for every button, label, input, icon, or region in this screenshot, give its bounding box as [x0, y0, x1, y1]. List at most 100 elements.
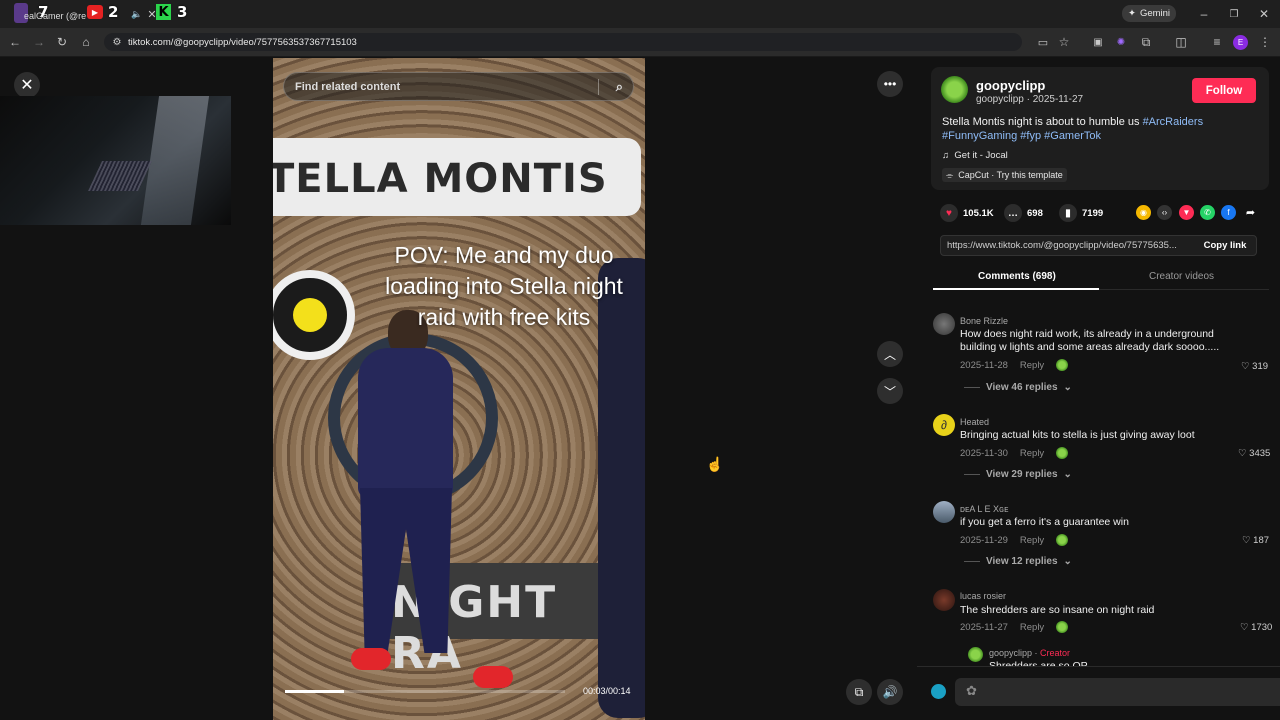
heart-icon: ♥ — [940, 204, 958, 222]
url-field[interactable]: tiktok.com/@goopyclipp/video/75775635373… — [104, 33, 1022, 51]
hashtag-link[interactable]: #ArcRaiders — [1143, 116, 1204, 128]
reply-button[interactable]: Reply — [1020, 622, 1044, 633]
home-icon[interactable]: ⌂ — [77, 33, 95, 51]
comment-date: 2025-11-28 — [960, 359, 1008, 371]
profile-avatar[interactable]: E — [1233, 35, 1248, 50]
comment-stat[interactable]: … 698 — [1004, 204, 1043, 222]
follow-button[interactable]: Follow — [1192, 78, 1256, 103]
hashtag-link[interactable]: #GamerTok — [1044, 130, 1101, 142]
floating-player-button[interactable]: ⧉ — [846, 679, 872, 705]
minimize-icon[interactable]: – — [1195, 5, 1213, 23]
comment-like[interactable]: ♡ 3435 — [1238, 448, 1270, 459]
maximize-icon[interactable]: ❐ — [1225, 5, 1243, 23]
facebook-icon[interactable]: f — [1221, 205, 1236, 220]
music-link[interactable]: ♫ Get it - Jocal — [942, 150, 1008, 161]
comment-avatar[interactable]: ∂ — [933, 414, 955, 436]
next-video-button[interactable]: ﹀ — [877, 378, 903, 404]
overlay-count-3: 3 — [177, 3, 188, 21]
related-search-input[interactable]: Find related content ⌕ — [283, 72, 634, 101]
whatsapp-icon[interactable]: ✆ — [1200, 205, 1215, 220]
comment-input[interactable] — [955, 678, 1280, 706]
reply-button[interactable]: Reply — [1020, 535, 1044, 546]
url-text: tiktok.com/@goopyclipp/video/75775635373… — [128, 36, 357, 48]
comment-avatar[interactable] — [933, 501, 955, 523]
reload-icon[interactable]: ↻ — [53, 33, 71, 51]
sidepanel-icon[interactable]: ◫ — [1172, 33, 1190, 51]
search-icon[interactable]: ⌕ — [616, 79, 623, 95]
tab-comments[interactable]: Comments (698) — [978, 271, 1056, 282]
map-marker — [273, 270, 355, 360]
hashtag-link[interactable]: #FunnyGaming — [942, 130, 1017, 142]
video-progress-fill — [285, 690, 344, 693]
comment-avatar[interactable] — [933, 589, 955, 611]
view-replies-button[interactable]: View 12 replies ⌄ — [964, 556, 1072, 567]
comment-like-count: 187 — [1253, 535, 1270, 546]
share-arrow-icon[interactable]: ➦ — [1243, 205, 1258, 220]
chevron-down-icon: ⌄ — [1063, 556, 1072, 567]
gemini-button[interactable]: ✦ Gemini — [1122, 5, 1176, 22]
comment-author[interactable]: Heated — [960, 417, 989, 427]
reply-button[interactable]: Reply — [1020, 360, 1044, 371]
view-replies-button[interactable]: View 46 replies ⌄ — [964, 382, 1072, 393]
extension-icon[interactable]: ▣ — [1089, 33, 1107, 51]
like-stat[interactable]: ♥ 105.1K — [940, 204, 994, 222]
tab-creator-videos[interactable]: Creator videos — [1149, 271, 1214, 282]
cast-icon[interactable]: ▭ — [1034, 33, 1052, 51]
sticker-icon[interactable]: ✿ — [966, 683, 977, 699]
forward-icon[interactable]: → — [30, 33, 48, 51]
view-replies-button[interactable]: View 29 replies ⌄ — [964, 469, 1072, 480]
comment-avatar[interactable] — [933, 313, 955, 335]
comment-like[interactable]: ♡ 319 — [1241, 361, 1268, 372]
author-username[interactable]: goopyclipp — [976, 78, 1045, 93]
comment-date: 2025-11-27 — [960, 621, 1008, 633]
send-icon[interactable]: ▼ — [1179, 205, 1194, 220]
reply-button[interactable]: Reply — [1020, 448, 1044, 459]
copy-link-button[interactable]: Copy link — [1193, 236, 1257, 255]
puzzle-icon[interactable]: ⧉ — [1137, 33, 1155, 51]
creator-reply-author[interactable]: goopyclipp · Creator — [989, 648, 1070, 658]
view-replies-label: View 12 replies — [986, 556, 1058, 567]
video-progress-bar[interactable] — [285, 690, 565, 693]
comment-meta: 2025-11-27 Reply — [960, 621, 1069, 633]
comment-author[interactable]: lucas rosier — [960, 591, 1006, 601]
dancer — [338, 310, 473, 668]
volume-icon: 🔊 — [882, 685, 898, 699]
volume-button[interactable]: 🔊 — [877, 679, 903, 705]
site-info-icon[interactable]: ⚙ — [108, 33, 126, 51]
embed-icon[interactable]: ‹› — [1157, 205, 1172, 220]
more-options-button[interactable]: ••• — [877, 71, 903, 97]
view-replies-label: View 46 replies — [986, 382, 1058, 393]
heart-outline-icon: ♡ — [1241, 361, 1250, 372]
video-time: 00:03/00:14 — [583, 686, 631, 696]
comment-text: The shredders are so insane on night rai… — [960, 604, 1155, 616]
template-link[interactable]: ⌯ CapCut · Try this template — [942, 168, 1067, 182]
video-description: Stella Montis night is about to humble u… — [942, 115, 1262, 143]
menu-icon[interactable]: ⋮ — [1256, 33, 1274, 51]
comment-author[interactable]: Bone Rizzle — [960, 316, 1008, 326]
save-stat[interactable]: ▮ 7199 — [1059, 204, 1103, 222]
media-icon[interactable]: ≡ — [1208, 33, 1226, 51]
extension-2-icon[interactable]: ✺ — [1112, 33, 1130, 51]
creator-liked-icon — [1056, 447, 1069, 459]
previous-video-button[interactable]: ︿ — [877, 341, 903, 367]
overlay-count-2: 2 — [108, 3, 119, 21]
heart-outline-icon: ♡ — [1238, 448, 1247, 459]
video-player[interactable]: TELLA MONTIS NIGHT RA POV: Me and my duo… — [273, 58, 645, 720]
close-video-button[interactable]: ✕ — [14, 72, 40, 98]
kick-icon: K — [156, 4, 171, 20]
coin-share-icon[interactable]: ◉ — [1136, 205, 1151, 220]
comment-like-count: 319 — [1252, 361, 1269, 372]
creator-avatar[interactable] — [968, 647, 983, 662]
bookmark-icon: ▮ — [1059, 204, 1077, 222]
hashtag-link[interactable]: #fyp — [1020, 130, 1041, 142]
tab-active-indicator — [933, 288, 1099, 290]
comment-like[interactable]: ♡ 187 — [1242, 535, 1269, 546]
author-avatar[interactable] — [941, 76, 968, 103]
bookmark-star-icon[interactable]: ☆ — [1055, 33, 1073, 51]
capcut-icon: ⌯ — [946, 170, 954, 180]
back-icon[interactable]: ← — [6, 33, 24, 51]
comment-author[interactable]: ᴅᴇA L E Xɢᴇ — [960, 504, 1009, 514]
tab-title[interactable]: ealGamer (@re — [24, 6, 86, 26]
comment-like[interactable]: ♡ 1730 — [1240, 622, 1272, 633]
window-close-icon[interactable]: ✕ — [1255, 5, 1273, 23]
